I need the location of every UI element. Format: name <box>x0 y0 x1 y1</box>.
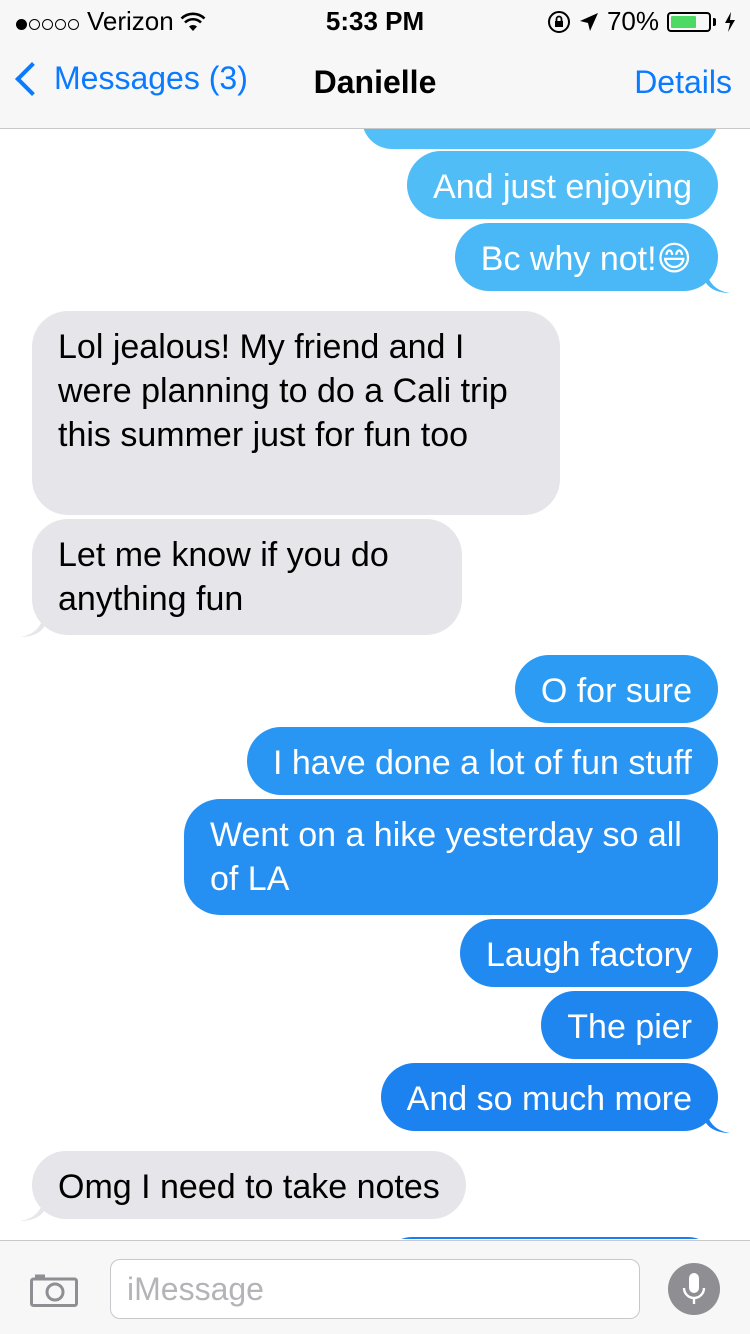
charging-bolt-icon <box>725 11 735 32</box>
bubble-tail <box>20 613 44 637</box>
bubble-tail <box>706 269 730 293</box>
message-list[interactable]: And just enjoying Bc why not!😄 Lol jealo… <box>0 129 750 1239</box>
message-input[interactable] <box>110 1259 640 1319</box>
message-bubble[interactable]: And so much more <box>380 1063 718 1131</box>
message-bubble[interactable]: Omg I need to take notes <box>32 1151 466 1219</box>
status-right: 70% <box>547 6 736 37</box>
microphone-button[interactable] <box>668 1263 720 1315</box>
message-bubble[interactable]: Bc why not!😄 <box>454 223 718 291</box>
message-bubble[interactable]: Laugh factory <box>459 919 718 987</box>
message-bubble[interactable]: I have done a lot of fun stuff <box>246 727 718 795</box>
message-bubble[interactable]: Lol jealous! My friend and I were planni… <box>32 311 560 515</box>
message-bubble-partial <box>382 1237 718 1239</box>
message-bubble[interactable]: And just enjoying <box>407 151 718 219</box>
orientation-lock-icon <box>547 10 570 33</box>
microphone-icon <box>682 1273 706 1304</box>
message-bubble[interactable]: O for sure <box>514 655 718 723</box>
messages-screen: Verizon 5:33 PM 70% Messages (3) Daniell… <box>0 0 750 1334</box>
camera-icon[interactable] <box>30 1273 78 1307</box>
status-bar: Verizon 5:33 PM 70% <box>0 0 750 40</box>
battery-icon <box>667 11 711 32</box>
details-button[interactable]: Details <box>634 64 732 101</box>
message-bubble[interactable]: The pier <box>541 991 718 1059</box>
message-bubble[interactable]: Let me know if you do anything fun <box>32 519 462 635</box>
message-bubble-partial <box>362 129 718 149</box>
location-arrow-icon <box>579 12 598 31</box>
message-bubble[interactable]: Went on a hike yesterday so all of LA <box>184 799 718 915</box>
battery-percent: 70% <box>606 6 659 36</box>
input-bar <box>0 1240 750 1334</box>
bubble-tail <box>706 1109 730 1133</box>
nav-bar: Messages (3) Danielle Details <box>0 40 750 129</box>
bubble-tail <box>20 1197 44 1221</box>
